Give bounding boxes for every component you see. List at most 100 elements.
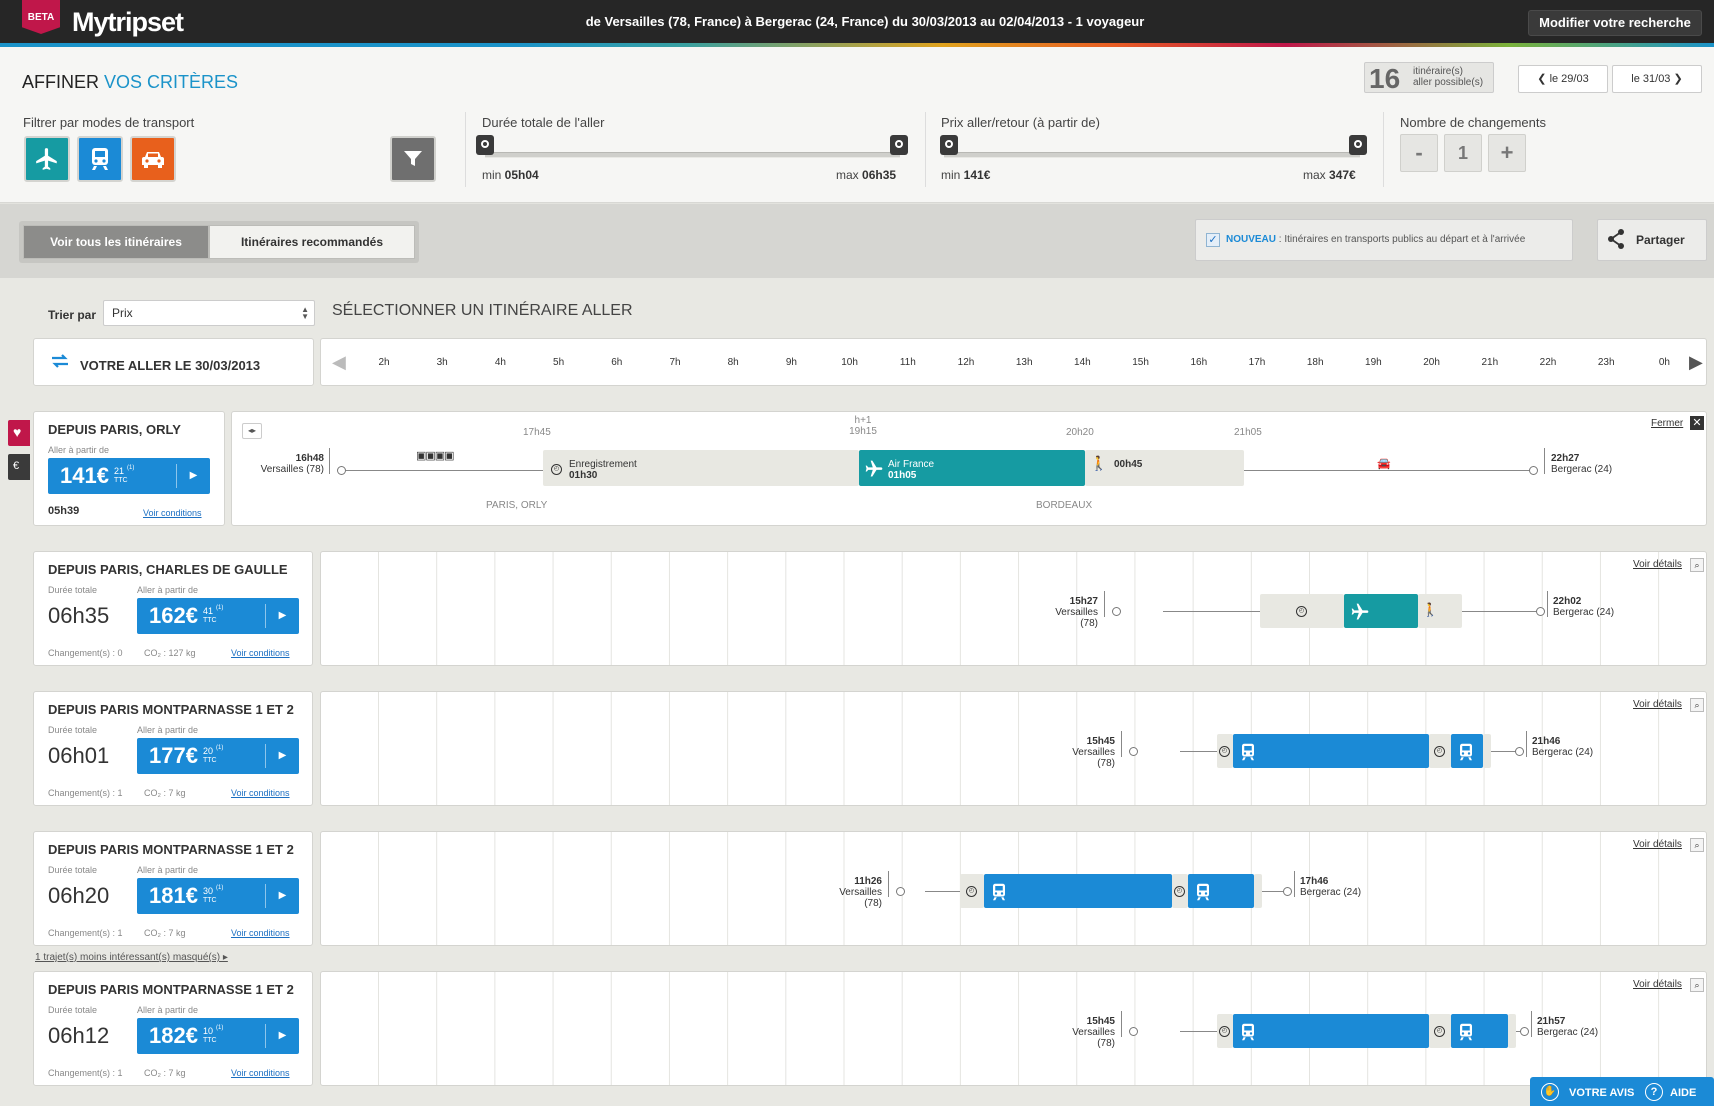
transport-segment[interactable] bbox=[984, 874, 1172, 908]
outbound-date-label: VOTRE ALLER LE 30/03/2013 bbox=[80, 358, 261, 373]
chevron-left-icon: ❮ bbox=[1537, 73, 1550, 85]
wait-segment[interactable] bbox=[1483, 734, 1491, 768]
dep-dot bbox=[896, 887, 905, 896]
walk-icon: 🚶 bbox=[1090, 455, 1108, 471]
scroll-left-icon[interactable]: ◀ bbox=[332, 352, 346, 373]
details-link[interactable]: Voir détails bbox=[1633, 839, 1682, 850]
magnifier-icon[interactable]: ⌕ bbox=[1690, 558, 1704, 572]
help-link[interactable]: AIDE bbox=[1670, 1087, 1696, 1099]
tab-recommended[interactable]: Itinéraires recommandés bbox=[209, 225, 415, 259]
changes-count: Changement(s) : 0 bbox=[48, 648, 123, 658]
dep-dot bbox=[337, 466, 346, 475]
changes-label: Nombre de changements bbox=[1400, 115, 1546, 130]
conditions-link[interactable]: Voir conditions bbox=[231, 788, 290, 798]
details-link[interactable]: Voir détails bbox=[1633, 699, 1682, 710]
wait-segment[interactable]: ◴ bbox=[1429, 1014, 1451, 1048]
train-mode-button[interactable] bbox=[77, 136, 123, 182]
wait-segment[interactable] bbox=[1508, 1014, 1516, 1048]
share-icon bbox=[1608, 229, 1624, 249]
dep-info: 16h48 Versailles (78) bbox=[260, 453, 324, 475]
price-button[interactable]: 182€ 10 (1) TTC ▶ bbox=[137, 1018, 299, 1054]
changes-minus-button[interactable]: - bbox=[1400, 134, 1438, 172]
duration-slider-track[interactable] bbox=[485, 152, 900, 158]
sort-select[interactable]: Prix ▲ ▼ bbox=[103, 300, 315, 326]
close-link[interactable]: Fermer bbox=[1651, 418, 1683, 429]
duration-max-handle[interactable] bbox=[890, 135, 908, 155]
hour-label: 6h bbox=[611, 357, 623, 368]
euro-button[interactable]: € bbox=[8, 454, 30, 480]
arrow-right-icon: ▶ bbox=[265, 744, 299, 768]
prev-date-button[interactable]: ❮ le 29/03 bbox=[1518, 65, 1608, 93]
clock-icon: ◴ bbox=[966, 886, 977, 897]
dep-info: 15h27 Versailles (78) bbox=[1055, 596, 1098, 629]
price-button[interactable]: 162€ 41 (1) TTC ▶ bbox=[137, 598, 299, 634]
arr-dot bbox=[1515, 747, 1524, 756]
transport-segment[interactable] bbox=[1451, 734, 1483, 768]
magnifier-icon[interactable]: ⌕ bbox=[1690, 838, 1704, 852]
price-button[interactable]: 177€ 20 (1) TTC ▶ bbox=[137, 738, 299, 774]
arr-dot bbox=[1529, 466, 1538, 475]
tab-all-itineraries[interactable]: Voir tous les itinéraires bbox=[23, 225, 209, 259]
expand-toggle-icon[interactable]: ◂▸ bbox=[242, 423, 262, 439]
conditions-link[interactable]: Voir conditions bbox=[231, 648, 290, 658]
hour-label: 0h bbox=[1658, 357, 1670, 368]
nouveau-checkbox[interactable]: ✓ bbox=[1206, 233, 1220, 247]
transport-segment[interactable] bbox=[1233, 734, 1429, 768]
transport-segment[interactable] bbox=[1188, 874, 1254, 908]
wait-segment[interactable]: ◴ bbox=[1429, 734, 1451, 768]
conditions-link[interactable]: Voir conditions bbox=[231, 928, 290, 938]
clock-icon: ◴ bbox=[1219, 1026, 1230, 1037]
price-max-handle[interactable] bbox=[1349, 135, 1367, 155]
co2-value: CO₂ : 7 kg bbox=[144, 1068, 186, 1078]
details-link[interactable]: Voir détails bbox=[1633, 559, 1682, 570]
clock-icon: ◴ bbox=[1174, 886, 1185, 897]
price-min-handle[interactable] bbox=[940, 135, 958, 155]
feedback-icon: ✋ bbox=[1541, 1083, 1559, 1101]
wait-segment[interactable]: ◴ bbox=[1217, 734, 1233, 768]
logo[interactable]: Mytripset bbox=[72, 7, 184, 38]
price-button[interactable]: 181€ 30 (1) TTC ▶ bbox=[137, 878, 299, 914]
price-button[interactable]: 141€ 21 (1) TTC ▶ bbox=[48, 458, 210, 494]
hour-label: 8h bbox=[727, 357, 739, 368]
transport-segment[interactable] bbox=[1451, 1014, 1508, 1048]
hour-label: 13h bbox=[1015, 357, 1033, 368]
changes-count: Changement(s) : 1 bbox=[48, 788, 123, 798]
price-slider-track[interactable] bbox=[944, 152, 1360, 158]
transport-segment[interactable] bbox=[1233, 1014, 1429, 1048]
magnifier-icon[interactable]: ⌕ bbox=[1690, 698, 1704, 712]
hidden-results-link[interactable]: 1 trajet(s) moins intéressant(s) masqué(… bbox=[35, 952, 228, 963]
filter-apply-button[interactable] bbox=[390, 136, 436, 182]
hour-label: 10h bbox=[841, 357, 858, 368]
car-mode-button[interactable] bbox=[130, 136, 176, 182]
details-link[interactable]: Voir détails bbox=[1633, 979, 1682, 990]
modify-search-button[interactable]: Modifier votre recherche bbox=[1528, 10, 1702, 36]
wait-segment[interactable]: ◴ bbox=[1217, 1014, 1233, 1048]
plane-icon bbox=[1350, 602, 1370, 627]
filter-title: AFFINER VOS CRITÈRES bbox=[22, 72, 239, 92]
scroll-right-icon[interactable]: ▶ bbox=[1689, 352, 1703, 373]
hour-label: 7h bbox=[669, 357, 681, 368]
changes-plus-button[interactable]: + bbox=[1488, 134, 1526, 172]
wait-segment[interactable] bbox=[1254, 874, 1262, 908]
wait-segment[interactable]: ◴ bbox=[1172, 874, 1188, 908]
next-date-button[interactable]: le 31/03 ❯ bbox=[1612, 65, 1702, 93]
divider bbox=[925, 112, 926, 187]
hour-label: 2h bbox=[378, 357, 390, 368]
favorite-button[interactable]: ♥ bbox=[8, 420, 30, 446]
conditions-link[interactable]: Voir conditions bbox=[231, 1068, 290, 1078]
magnifier-icon[interactable]: ⌕ bbox=[1690, 978, 1704, 992]
wait-segment[interactable]: 🚶 bbox=[1418, 594, 1462, 628]
duration-min-handle[interactable] bbox=[476, 135, 494, 155]
result-duration: 05h39 bbox=[48, 505, 80, 517]
hour-label: 23h bbox=[1597, 357, 1615, 368]
transfer-segment[interactable] bbox=[1085, 450, 1244, 486]
transport-segment[interactable] bbox=[1344, 594, 1418, 628]
plane-mode-button[interactable] bbox=[24, 136, 70, 182]
from-price-label: Aller à partir de bbox=[137, 865, 199, 875]
close-icon[interactable]: ✕ bbox=[1690, 416, 1704, 430]
feedback-link[interactable]: VOTRE AVIS bbox=[1569, 1087, 1634, 1099]
hour-label: 14h bbox=[1074, 357, 1091, 368]
wait-segment[interactable]: ◴ bbox=[960, 874, 984, 908]
conditions-link[interactable]: Voir conditions bbox=[143, 508, 202, 518]
wait-segment[interactable]: ◴ bbox=[1260, 594, 1344, 628]
